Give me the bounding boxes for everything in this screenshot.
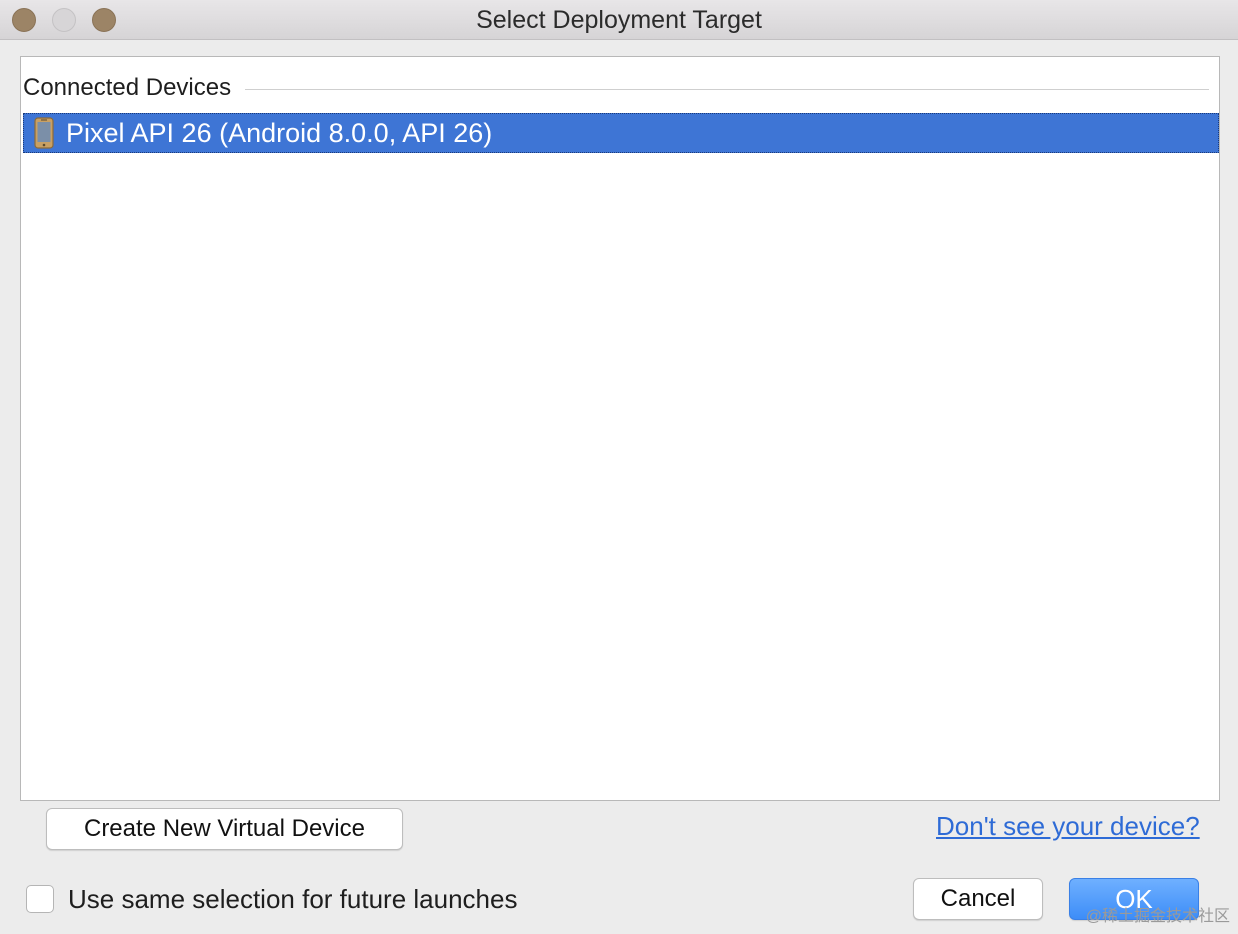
device-list-item[interactable]: Pixel API 26 (Android 8.0.0, API 26) [23,113,1219,153]
device-list-panel: Connected Devices Pixel API 26 (Android … [20,56,1220,801]
dont-see-device-link[interactable]: Don't see your device? [936,811,1200,842]
same-selection-checkbox[interactable] [26,885,54,913]
title-bar: Select Deployment Target [0,0,1238,40]
watermark-text: @稀土掘金技术社区 [1085,908,1230,925]
phone-icon [32,116,56,150]
connected-devices-header: Connected Devices [23,73,1209,103]
same-selection-label: Use same selection for future launches [68,883,518,914]
cancel-button[interactable]: Cancel [913,878,1043,920]
section-divider [245,88,1209,90]
same-selection-checkbox-row[interactable]: Use same selection for future launches [26,881,517,917]
section-label: Connected Devices [23,74,232,101]
create-virtual-device-button[interactable]: Create New Virtual Device [46,808,403,850]
device-name-label: Pixel API 26 (Android 8.0.0, API 26) [66,117,493,148]
dialog-window: Select Deployment Target Connected Devic… [0,0,1238,934]
window-title: Select Deployment Target [476,6,762,34]
